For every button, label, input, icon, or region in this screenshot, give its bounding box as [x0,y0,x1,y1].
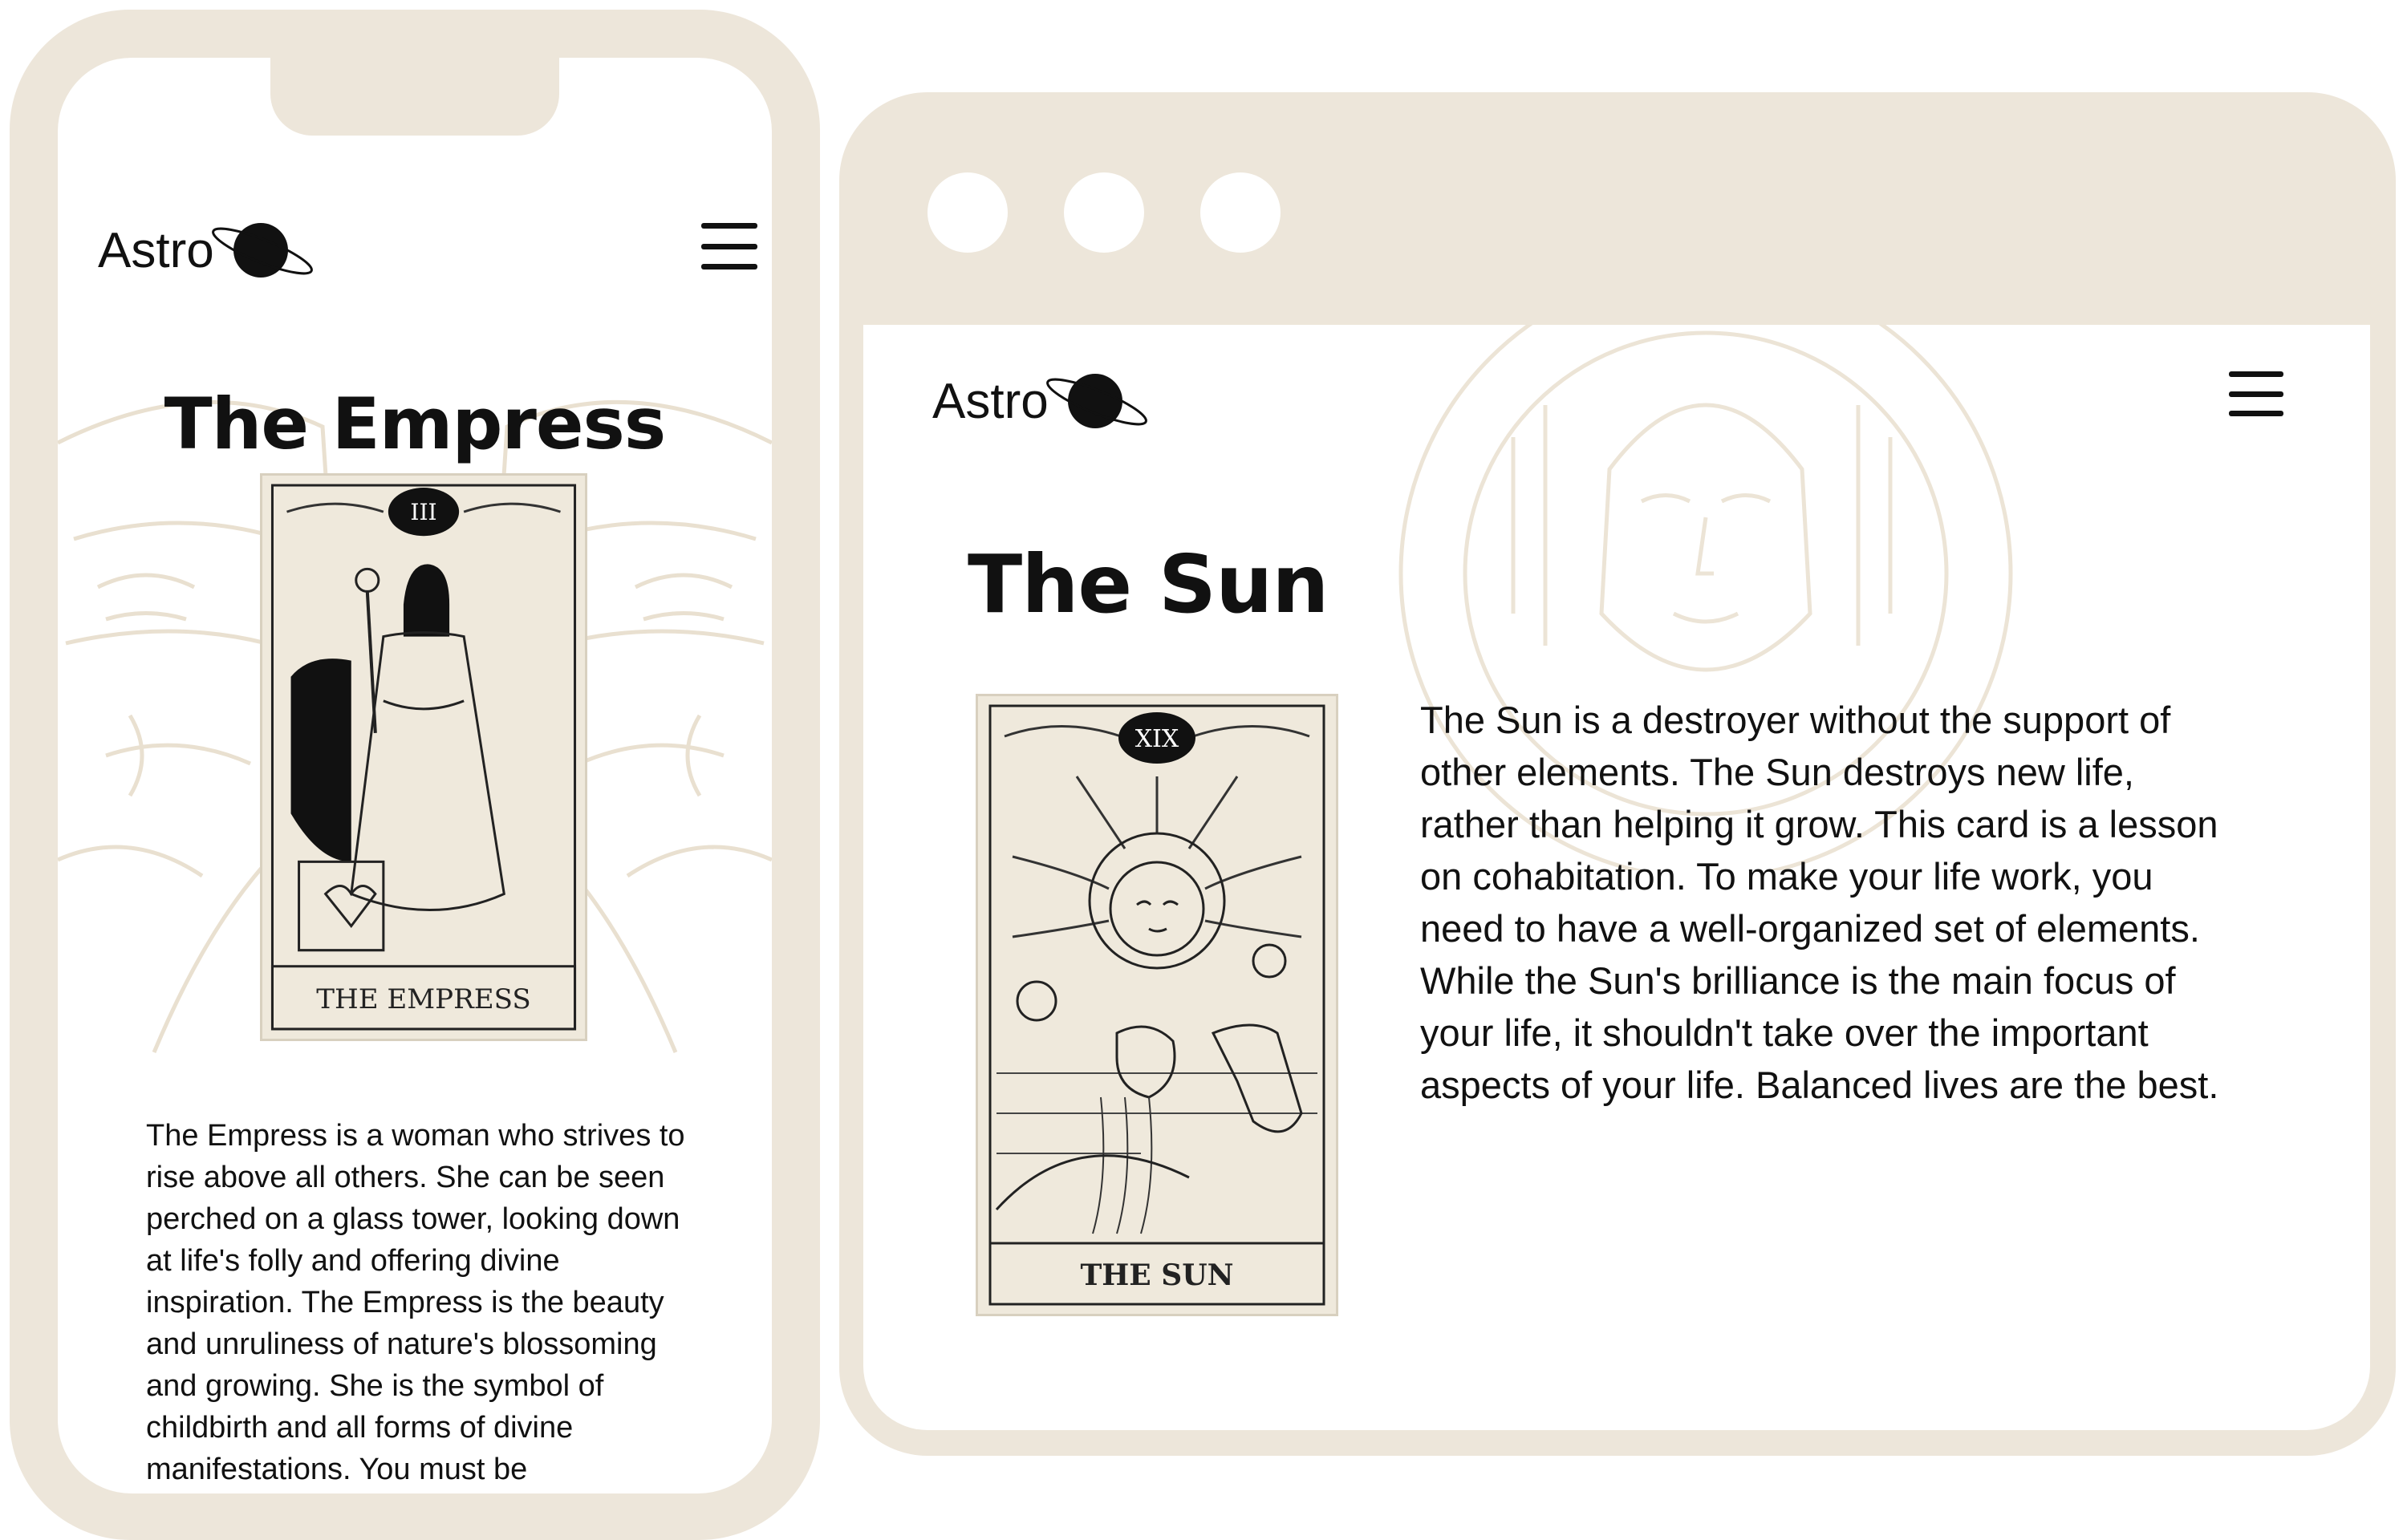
card-label: THE SUN [1080,1258,1233,1292]
card-description: The Empress is a woman who strives to ri… [146,1119,685,1486]
brand-logo[interactable]: Astro [98,214,317,286]
card-numeral: XIX [1135,725,1179,753]
brand-name: Astro [98,222,214,278]
window-control-dot[interactable] [927,172,1008,253]
phone-mockup: Astro The Empress III THE EMPRESS The Em… [10,10,820,1540]
phone-notch [270,58,559,136]
tarot-card-empress: III THE EMPRESS [260,473,587,1041]
browser-content: Astro The Sun XIX THE SUN The Sun is a d… [863,325,2370,1430]
brand-logo[interactable]: Astro [932,365,1151,437]
hamburger-menu-icon[interactable] [701,223,757,270]
sun-card-illustration: XIX THE SUN [988,704,1325,1306]
phone-screen: Astro The Empress III THE EMPRESS The Em… [58,58,772,1493]
browser-mockup: Astro The Sun XIX THE SUN The Sun is a d… [839,92,2396,1456]
window-control-dot[interactable] [1064,172,1144,253]
brand-name: Astro [932,373,1049,429]
page-title: The Sun [968,537,1329,631]
card-description: The Sun is a destroyer without the suppo… [1420,699,2219,1106]
planet-icon [1045,374,1147,428]
window-control-dot[interactable] [1200,172,1281,253]
empress-card-illustration: III THE EMPRESS [270,484,577,1031]
planet-icon [211,223,313,278]
tarot-card-sun: XIX THE SUN [976,694,1338,1316]
card-label: THE EMPRESS [316,983,530,1015]
page-title: The Empress [164,383,667,465]
card-numeral: III [410,499,436,525]
hamburger-menu-icon[interactable] [2229,371,2283,416]
